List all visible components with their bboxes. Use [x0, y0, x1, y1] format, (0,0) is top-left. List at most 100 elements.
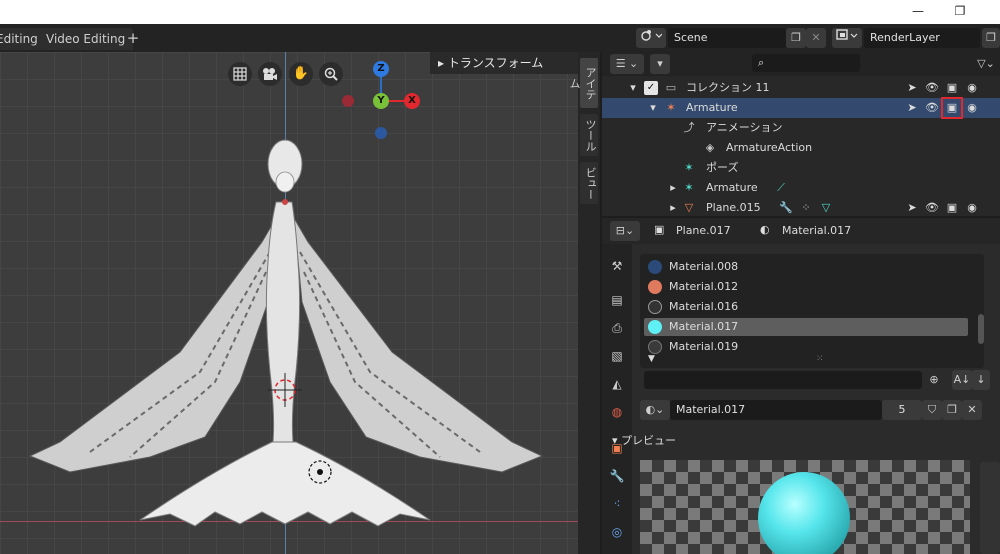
- camera-icon[interactable]: [258, 62, 282, 86]
- material-slot-item-selected[interactable]: Material.017: [644, 318, 968, 336]
- monitor-icon[interactable]: ▣: [942, 198, 962, 218]
- sort-reverse-icon[interactable]: ↓: [972, 370, 990, 390]
- filter-icon[interactable]: ▽⌄: [972, 54, 1000, 74]
- camera-render-icon[interactable]: ◉: [962, 198, 982, 218]
- gizmo-neg-x-axis[interactable]: [342, 95, 354, 107]
- selectable-arrow-icon[interactable]: ➤: [902, 198, 922, 218]
- add-workspace-button[interactable]: +: [122, 28, 144, 50]
- material-sphere-icon: [648, 320, 662, 334]
- object-icon: ▣: [654, 223, 665, 236]
- fake-user-shield-icon[interactable]: ⛉: [922, 400, 942, 420]
- tab-video-editing[interactable]: Video Editing: [38, 28, 134, 50]
- preview-type-toolbar[interactable]: [980, 462, 1000, 554]
- eye-icon[interactable]: 👁: [922, 198, 942, 218]
- outliner-row-plane[interactable]: ▸ ▽ Plane.015 🔧 ⁘ ▽ ➤ 👁 ▣ ◉: [602, 198, 1000, 218]
- gizmo-neg-z-axis[interactable]: [375, 127, 387, 139]
- checkbox-checked-icon[interactable]: ✓: [644, 81, 658, 95]
- unlink-material-icon[interactable]: ✕: [962, 400, 982, 420]
- camera-render-icon[interactable]: ◉: [962, 78, 982, 98]
- material-browse-icon[interactable]: ◐⌄: [640, 400, 670, 420]
- gizmo-y-axis[interactable]: Y: [373, 93, 389, 109]
- scene-selector-icon[interactable]: [636, 28, 666, 48]
- expand-arrow-icon: ▸: [438, 56, 448, 70]
- duplicate-material-icon[interactable]: ❐: [942, 400, 962, 420]
- material-slot-item[interactable]: Material.019: [644, 338, 968, 356]
- 3d-viewport[interactable]: ✋ Z Y X ▸ トランスフォーム: [0, 52, 578, 554]
- filter-add-icon[interactable]: ⊕: [924, 370, 944, 390]
- sort-alpha-icon[interactable]: A↓: [952, 370, 972, 390]
- material-filter-input[interactable]: [644, 371, 922, 389]
- render-layer-selector-icon[interactable]: [832, 28, 862, 48]
- selectable-arrow-icon[interactable]: ➤: [902, 98, 922, 118]
- grid-icon[interactable]: [228, 62, 252, 86]
- outliner-row-pose[interactable]: ✶ ポーズ: [602, 158, 1000, 178]
- monitor-icon[interactable]: ▣: [941, 97, 963, 119]
- outliner-row-armature[interactable]: ▾ ✶ Armature ➤ 👁 ▣ ◉: [602, 97, 1000, 119]
- render-layer-field[interactable]: RenderLayer: [864, 28, 980, 48]
- view-layer-tab-icon[interactable]: ▧: [607, 346, 627, 366]
- list-scroll-down-icon[interactable]: ▼: [648, 354, 655, 364]
- display-mode-icon[interactable]: ☰ ⌄: [610, 54, 644, 74]
- outliner-search-input[interactable]: ⌕: [752, 54, 860, 72]
- resize-handle-icon[interactable]: ⁙: [816, 354, 824, 364]
- material-slot-name: Material.017: [669, 320, 739, 333]
- properties-header: ⊟⌄ ▣ Plane.017 ◐ Material.017: [602, 218, 1000, 244]
- render-tab-icon[interactable]: ▤: [607, 290, 627, 310]
- editor-type-icon[interactable]: ⊟⌄: [610, 221, 640, 241]
- camera-render-icon[interactable]: ◉: [962, 98, 982, 118]
- user-count-field[interactable]: 5: [882, 400, 922, 420]
- sidetab-tool[interactable]: ツール: [580, 114, 598, 156]
- scene-tab-icon[interactable]: ◭: [607, 374, 627, 394]
- scene-name-field[interactable]: Scene: [668, 28, 786, 48]
- eye-icon[interactable]: 👁: [922, 78, 942, 98]
- armature-data-icon: ✶: [684, 181, 694, 194]
- tool-tab-icon[interactable]: ⚒: [607, 256, 627, 276]
- preview-panel-header[interactable]: ▾ プレビュー: [612, 432, 676, 450]
- transform-panel-header[interactable]: ▸ トランスフォーム: [430, 52, 578, 74]
- animation-icon: ⤴: [683, 121, 695, 134]
- preview-sphere: [758, 472, 850, 554]
- material-slot-item[interactable]: Material.016: [644, 298, 968, 316]
- search-icon: ⌕: [758, 56, 765, 69]
- material-slot-item[interactable]: Material.008: [644, 258, 968, 276]
- physics-tab-icon[interactable]: ◎: [607, 522, 627, 542]
- outliner-row-label: Plane.015: [706, 201, 761, 214]
- copy-render-layer-icon[interactable]: ❐: [982, 28, 1000, 48]
- hand-icon[interactable]: ✋: [289, 62, 313, 86]
- particles-tab-icon[interactable]: ⁖: [607, 494, 627, 514]
- outliner-menu-icon[interactable]: ▾: [650, 54, 670, 74]
- eye-icon[interactable]: 👁: [922, 98, 942, 118]
- outliner-row-animation[interactable]: ⤴ アニメーション: [602, 118, 1000, 138]
- modifier-wrench-icon: 🔧: [779, 201, 793, 214]
- world-tab-icon[interactable]: ◍: [607, 402, 627, 422]
- list-scrollbar[interactable]: [978, 314, 984, 344]
- sidetab-view[interactable]: ビュー: [580, 162, 598, 204]
- material-sphere-icon: [648, 340, 662, 354]
- expand-arrow-icon[interactable]: ▸: [668, 198, 678, 218]
- monitor-icon[interactable]: ▣: [942, 78, 962, 98]
- sidetab-item[interactable]: アイテム: [568, 58, 598, 108]
- restore-icon[interactable]: ❐: [950, 3, 970, 19]
- sidebar-tabs: アイテム ツール ビュー: [568, 52, 600, 554]
- modifier-tab-icon[interactable]: 🔧: [607, 466, 627, 486]
- material-slot-item[interactable]: Material.012: [644, 278, 968, 296]
- transform-label: トランスフォーム: [447, 56, 544, 70]
- expand-arrow-icon[interactable]: ▸: [668, 178, 678, 198]
- properties-panel: ⊟⌄ ▣ Plane.017 ◐ Material.017 ⚒ ▤ ⎙ ▧ ◭ …: [602, 218, 1000, 554]
- outliner-row-collection[interactable]: ▾ ✓ ▭ コレクション 11 ➤👁▣◉○: [602, 78, 1000, 114]
- gizmo-x-axis[interactable]: X: [404, 93, 420, 109]
- expand-arrow-icon[interactable]: ▾: [648, 98, 658, 118]
- gizmo-z-axis[interactable]: Z: [373, 61, 389, 77]
- output-tab-icon[interactable]: ⎙: [607, 318, 627, 338]
- mesh-data-icon: ▽: [821, 201, 831, 214]
- material-slot-name: Material.012: [669, 280, 739, 293]
- expand-arrow-icon[interactable]: ▾: [628, 78, 638, 98]
- outliner-row-armature-data[interactable]: ▸ ✶ Armature ⟋: [602, 178, 1000, 198]
- outliner-row-action[interactable]: ◈ ArmatureAction: [602, 138, 1000, 158]
- minimize-icon[interactable]: —: [908, 3, 928, 19]
- copy-scene-icon[interactable]: ❐: [786, 28, 806, 48]
- selectable-arrow-icon[interactable]: ➤: [902, 78, 922, 98]
- delete-scene-icon[interactable]: ✕: [806, 28, 826, 48]
- workspace-tabs: Editing Video Editing +: [0, 24, 600, 52]
- material-slot-name-field[interactable]: Material.017: [670, 400, 882, 420]
